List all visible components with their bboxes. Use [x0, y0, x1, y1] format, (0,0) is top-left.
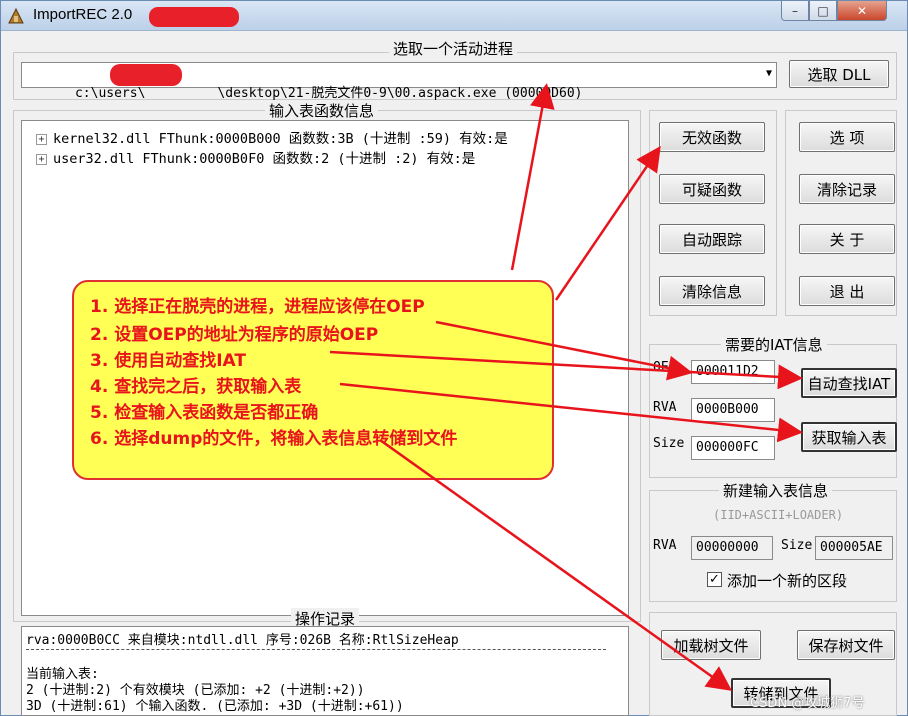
- rva-field[interactable]: 0000B000: [691, 398, 775, 422]
- log-line: 3D (十进制:61) 个输入函数. (已添加: +3D (十进制:+61)): [26, 699, 404, 714]
- log-list[interactable]: rva:0000B0CC 来自模块:ntdll.dll 序号:026B 名称:R…: [21, 626, 629, 716]
- imports-group-title: 输入表函数信息: [265, 100, 379, 121]
- new-import-subtitle: (IID+ASCII+LOADER): [713, 508, 844, 522]
- process-group-title: 选取一个活动进程: [389, 38, 518, 59]
- auto-trace-button[interactable]: 自动跟踪: [659, 224, 765, 254]
- invalid-functions-button[interactable]: 无效函数: [659, 122, 765, 152]
- suspect-functions-button[interactable]: 可疑函数: [659, 174, 765, 204]
- callout-step-4: 4. 查找完之后，获取输入表: [90, 377, 302, 397]
- tree-item-user32[interactable]: + user32.dll FThunk:0000B0F0 函数数:2 (十进制 :…: [36, 147, 475, 167]
- process-path-suffix: \desktop\21-脱壳文件0-9\00.aspack.exe (00000…: [217, 86, 583, 101]
- watermark-text: CSDN @攻城狮7号: [750, 696, 865, 711]
- rva-label: RVA: [653, 400, 677, 415]
- app-icon: [8, 7, 24, 24]
- instruction-callout: 1. 选择正在脱壳的进程，进程应该停在OEP 2. 设置OEP的地址为程序的原始…: [72, 280, 554, 480]
- options-button[interactable]: 选 项: [799, 122, 895, 152]
- new-rva-field[interactable]: 00000000: [691, 536, 773, 560]
- size-field[interactable]: 000000FC: [691, 436, 775, 460]
- clear-log-button[interactable]: 清除记录: [799, 174, 895, 204]
- oep-field[interactable]: 000011D2: [691, 360, 775, 384]
- callout-step-1: 1. 选择正在脱壳的进程，进程应该停在OEP: [90, 297, 425, 317]
- maximize-button[interactable]: □: [809, 1, 837, 21]
- process-path-prefix: c:\users\: [74, 86, 146, 101]
- save-tree-button[interactable]: 保存树文件: [797, 630, 895, 660]
- callout-step-3: 3. 使用自动查找IAT: [90, 351, 246, 371]
- oep-label: OEP: [653, 360, 677, 375]
- window-title: ImportREC 2.0: [33, 6, 133, 23]
- about-button[interactable]: 关 于: [799, 224, 895, 254]
- expand-icon[interactable]: +: [36, 154, 47, 165]
- iat-autosearch-button[interactable]: 自动查找IAT: [801, 368, 897, 398]
- redaction-mark: [149, 7, 239, 27]
- title-bar[interactable]: ImportREC 2.0 – □ ✕: [1, 1, 907, 31]
- process-combobox[interactable]: c:\users\ \desktop\21-脱壳文件0-9\00.aspack.e…: [21, 62, 777, 101]
- close-button[interactable]: ✕: [837, 1, 887, 21]
- add-section-checkbox[interactable]: ✓: [707, 572, 722, 587]
- new-size-field[interactable]: 000005AE: [815, 536, 893, 560]
- chevron-down-icon[interactable]: ▼: [766, 68, 772, 79]
- minimize-button[interactable]: –: [781, 1, 809, 21]
- size-label: Size: [653, 436, 685, 451]
- log-line: rva:0000B0CC 来自模块:ntdll.dll 序号:026B 名称:R…: [26, 633, 459, 648]
- exit-button[interactable]: 退 出: [799, 276, 895, 306]
- iat-group-title: 需要的IAT信息: [721, 334, 827, 355]
- log-separator: [26, 649, 606, 650]
- callout-step-2: 2. 设置OEP的地址为程序的原始OEP: [90, 325, 379, 345]
- callout-step-6: 6. 选择dump的文件，将输入表信息转储到文件: [90, 429, 458, 449]
- expand-icon[interactable]: +: [36, 134, 47, 145]
- get-imports-button[interactable]: 获取输入表: [801, 422, 897, 452]
- new-rva-label: RVA: [653, 538, 677, 553]
- pick-dll-button[interactable]: 选取 DLL: [789, 60, 889, 88]
- redaction-mark: [110, 64, 182, 86]
- add-section-label: 添加一个新的区段: [727, 572, 848, 590]
- clear-info-button[interactable]: 清除信息: [659, 276, 765, 306]
- new-import-group-title: 新建输入表信息: [719, 480, 833, 501]
- load-tree-button[interactable]: 加载树文件: [661, 630, 761, 660]
- new-size-label: Size: [781, 538, 813, 553]
- callout-step-5: 5. 检查输入表函数是否都正确: [90, 403, 319, 423]
- tree-item-kernel32[interactable]: + kernel32.dll FThunk:0000B000 函数数:3B (十进…: [36, 127, 508, 147]
